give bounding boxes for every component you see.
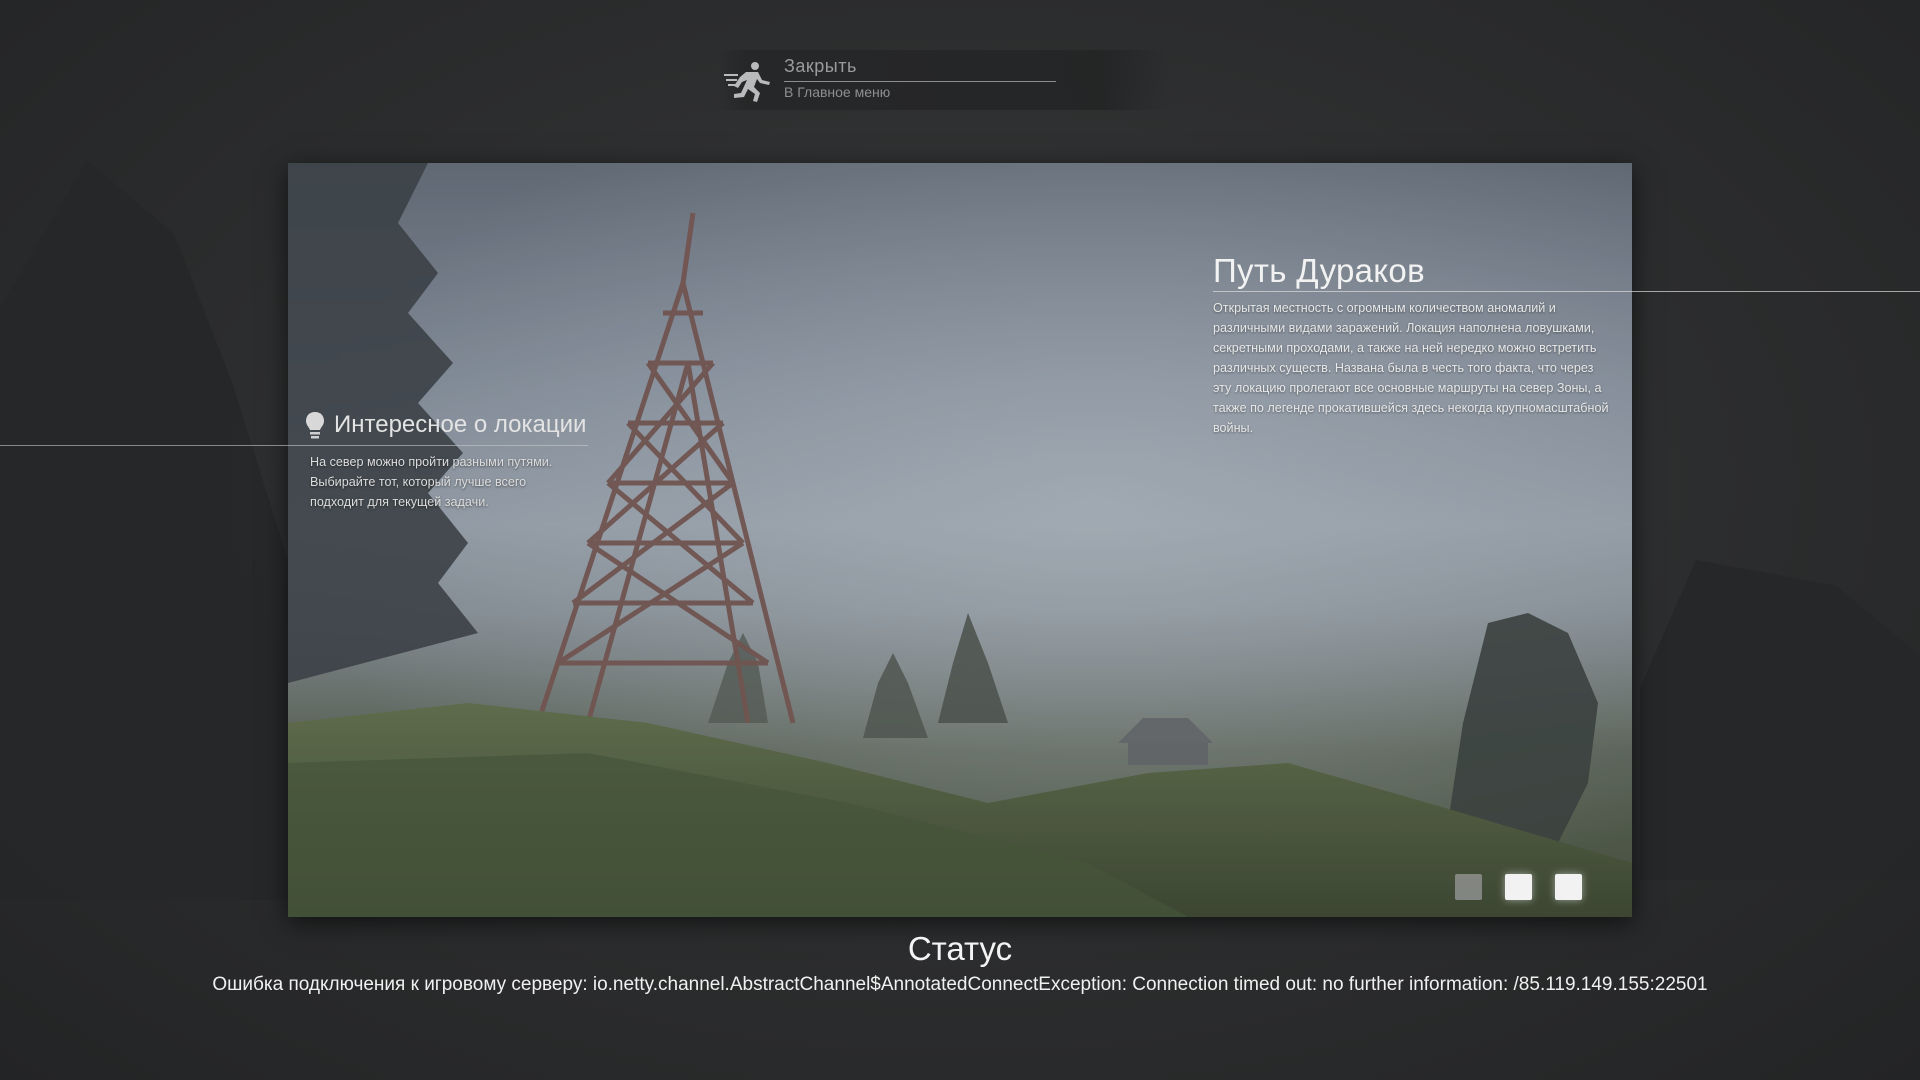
status-title: Статус [907, 930, 1013, 967]
fact-title: Интересное о локации [334, 411, 587, 438]
location-scene [288, 163, 1632, 917]
status-message: Ошибка подключения к игровому серверу: i… [212, 974, 1708, 995]
running-man-icon [724, 62, 770, 102]
close-divider [784, 81, 1056, 82]
slide-indicator-2[interactable] [1505, 874, 1532, 900]
background-tree-left [0, 160, 290, 900]
slide-indicator-1[interactable] [1455, 874, 1482, 900]
close-to-main-menu-button[interactable]: Закрыть В Главное меню [718, 50, 1170, 110]
loading-screen: Закрыть В Главное меню Путь Дураков Откр… [0, 0, 1920, 1080]
slide-indicator-3[interactable] [1555, 874, 1582, 900]
close-title: Закрыть [784, 56, 857, 76]
fact-divider [0, 445, 588, 446]
lightbulb-icon [306, 412, 324, 439]
close-subtitle: В Главное меню [784, 84, 891, 100]
location-title: Путь Дураков [1213, 252, 1425, 289]
fact-text: На север можно пройти разными путями. Вы… [310, 455, 553, 509]
location-title-divider [1213, 291, 1920, 292]
background-tree-right [1640, 560, 1920, 880]
slide-indicators [1455, 874, 1582, 900]
location-preview-image [288, 163, 1632, 917]
location-description: Открытая местность с огромным количество… [1213, 301, 1609, 435]
